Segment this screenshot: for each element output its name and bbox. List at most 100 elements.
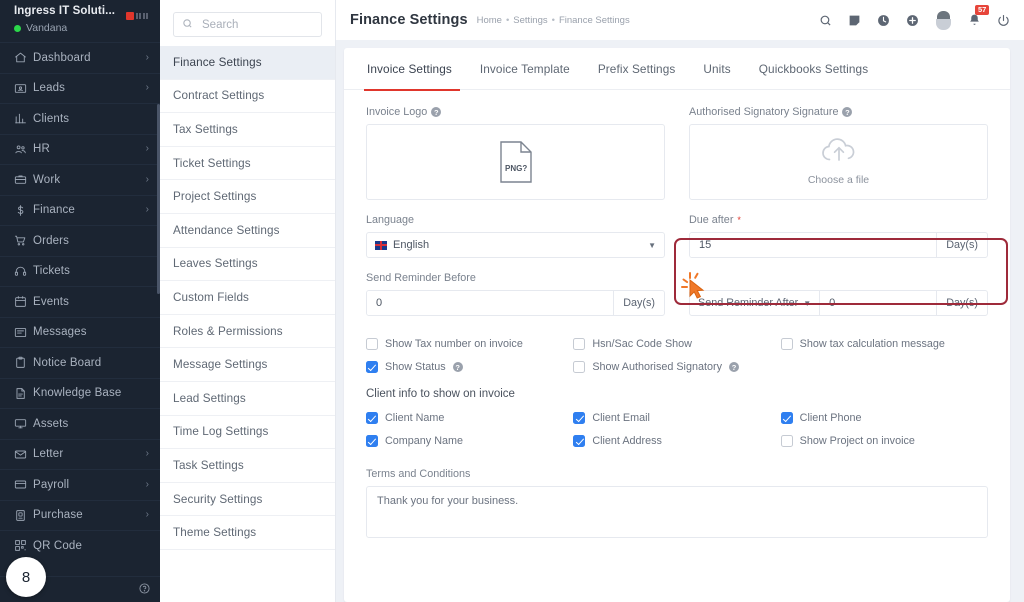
chevron-right-icon: › xyxy=(145,173,149,185)
sidebar-item-dashboard[interactable]: Dashboard › xyxy=(0,42,160,73)
checkbox-box[interactable] xyxy=(573,435,586,447)
settings-item-project-settings[interactable]: Project Settings xyxy=(160,180,335,214)
checkbox-box[interactable] xyxy=(366,338,378,350)
sidebar-item-events[interactable]: Events xyxy=(0,286,160,317)
sidebar-item-work[interactable]: Work › xyxy=(0,164,160,195)
reminder-before-input-group[interactable]: Day(s) xyxy=(366,290,665,316)
sidebar-item-letter[interactable]: Letter › xyxy=(0,438,160,470)
sidebar-item-purchase[interactable]: Purchase › xyxy=(0,499,160,531)
tab-invoice-settings[interactable]: Invoice Settings xyxy=(358,48,466,91)
settings-item-leaves-settings[interactable]: Leaves Settings xyxy=(160,248,335,282)
cloud-upload-icon xyxy=(820,138,858,170)
settings-item-attendance-settings[interactable]: Attendance Settings xyxy=(160,214,335,248)
tab-quickbooks-settings[interactable]: Quickbooks Settings xyxy=(745,48,882,90)
power-icon[interactable] xyxy=(997,14,1010,27)
checkbox-box[interactable] xyxy=(780,338,793,350)
chevron-down-icon: ▼ xyxy=(803,298,812,308)
help-icon[interactable]: ? xyxy=(728,362,739,372)
reminder-before-input[interactable] xyxy=(367,291,614,315)
settings-item-tax-settings[interactable]: Tax Settings xyxy=(160,113,335,147)
settings-search-input[interactable] xyxy=(200,17,313,32)
reminder-after-dropdown[interactable]: Send Reminder After ▼ xyxy=(690,291,821,315)
bell-icon[interactable]: 57 xyxy=(968,5,990,27)
help-icon[interactable]: ? xyxy=(431,107,442,117)
client-info-column-1: Client Name Company Name xyxy=(366,412,573,458)
settings-item-contract-settings[interactable]: Contract Settings xyxy=(160,80,335,114)
reminder-after-input-group[interactable]: Send Reminder After ▼ Day(s) xyxy=(689,290,988,316)
settings-item-theme-settings[interactable]: Theme Settings xyxy=(160,516,335,550)
help-icon[interactable]: ? xyxy=(452,362,463,372)
plus-circle-icon[interactable] xyxy=(906,14,919,27)
checkbox-client-phone[interactable]: Client Phone xyxy=(780,412,988,424)
sidebar-item-assets[interactable]: Assets xyxy=(0,408,160,439)
checkbox-box[interactable] xyxy=(573,361,586,373)
invoice-logo-dropzone[interactable]: PNG? xyxy=(366,124,665,200)
note-icon[interactable] xyxy=(848,14,861,27)
tab-invoice-template[interactable]: Invoice Template xyxy=(466,48,584,90)
checkbox-box[interactable] xyxy=(366,361,378,373)
sidebar-item-leads[interactable]: Leads › xyxy=(0,72,160,104)
due-after-input-group[interactable]: Day(s) xyxy=(689,232,988,258)
settings-item-ticket-settings[interactable]: Ticket Settings xyxy=(160,147,335,181)
settings-item-finance-settings[interactable]: Finance Settings xyxy=(160,46,335,80)
checkbox-hsn-sac-code-show[interactable]: Hsn/Sac Code Show xyxy=(573,338,780,350)
settings-item-custom-fields[interactable]: Custom Fields xyxy=(160,281,335,315)
breadcrumb-item[interactable]: Home xyxy=(477,15,502,26)
clock-icon[interactable] xyxy=(877,14,890,27)
checkbox-client-name[interactable]: Client Name xyxy=(366,412,573,424)
help-icon[interactable] xyxy=(139,581,150,599)
sidebar-item-finance[interactable]: Finance › xyxy=(0,194,160,226)
settings-item-security-settings[interactable]: Security Settings xyxy=(160,483,335,517)
checkbox-client-email[interactable]: Client Email xyxy=(573,412,780,424)
settings-search-box[interactable] xyxy=(173,12,322,37)
search-icon[interactable] xyxy=(819,14,832,27)
settings-item-message-settings[interactable]: Message Settings xyxy=(160,348,335,382)
sidebar-item-hr[interactable]: HR › xyxy=(0,133,160,165)
sidebar-item-messages[interactable]: Messages xyxy=(0,316,160,348)
checkbox-show-status[interactable]: Show Status? xyxy=(366,361,573,373)
breadcrumb-item[interactable]: Finance Settings xyxy=(559,15,630,26)
terms-textarea[interactable]: Thank you for your business. xyxy=(366,486,988,538)
checkbox-box[interactable] xyxy=(573,412,586,424)
breadcrumb-item[interactable]: Settings xyxy=(513,15,547,26)
settings-item-label: Ticket Settings xyxy=(173,156,251,170)
dollar-icon xyxy=(14,204,33,217)
sidebar-item-notice-board[interactable]: Notice Board xyxy=(0,347,160,378)
settings-item-label: Message Settings xyxy=(173,358,268,372)
checkbox-box[interactable] xyxy=(366,412,378,424)
settings-item-roles-permissions[interactable]: Roles & Permissions xyxy=(160,315,335,349)
settings-item-task-settings[interactable]: Task Settings xyxy=(160,449,335,483)
checkbox-box[interactable] xyxy=(780,435,793,447)
checkbox-show-project-on-invoice[interactable]: Show Project on invoice xyxy=(780,435,988,447)
contact-card-icon xyxy=(14,82,33,95)
checkbox-box[interactable] xyxy=(780,412,793,424)
checkbox-company-name[interactable]: Company Name xyxy=(366,435,573,447)
sidebar-item-orders[interactable]: Orders xyxy=(0,225,160,256)
terms-label: Terms and Conditions xyxy=(366,468,471,480)
language-select[interactable]: English ▼ xyxy=(366,232,665,258)
sidebar-item-tickets[interactable]: Tickets xyxy=(0,255,160,287)
floating-count-badge[interactable]: 8 xyxy=(6,557,46,597)
signature-dropzone[interactable]: Choose a file xyxy=(689,124,988,200)
checkbox-box[interactable] xyxy=(366,435,378,447)
avatar-icon[interactable] xyxy=(935,10,952,30)
sidebar-item-knowledge-base[interactable]: Knowledge Base xyxy=(0,377,160,409)
checkbox-show-authorised-signatory[interactable]: Show Authorised Signatory? xyxy=(573,361,780,373)
due-after-input[interactable] xyxy=(690,233,937,257)
checkbox-show-tax-number-on-invoice[interactable]: Show Tax number on invoice xyxy=(366,338,573,350)
checkbox-client-address[interactable]: Client Address xyxy=(573,435,780,447)
settings-item-time-log-settings[interactable]: Time Log Settings xyxy=(160,416,335,450)
tab-prefix-settings[interactable]: Prefix Settings xyxy=(584,48,690,90)
help-icon[interactable]: ? xyxy=(842,107,853,117)
user-name: Vandana xyxy=(26,22,68,35)
checkbox-box[interactable] xyxy=(573,338,586,350)
sidebar-item-payroll[interactable]: Payroll › xyxy=(0,469,160,500)
settings-item-label: Attendance Settings xyxy=(173,223,280,237)
sidebar-item-clients[interactable]: Clients xyxy=(0,103,160,134)
tab-units[interactable]: Units xyxy=(689,48,744,90)
sidebar-user[interactable]: Vandana xyxy=(14,22,115,34)
checkbox-show-tax-calculation-message[interactable]: Show tax calculation message xyxy=(780,338,988,350)
reminder-after-input[interactable] xyxy=(820,291,937,315)
sidebar-item-qr-code[interactable]: QR Code xyxy=(0,530,160,561)
settings-item-lead-settings[interactable]: Lead Settings xyxy=(160,382,335,416)
